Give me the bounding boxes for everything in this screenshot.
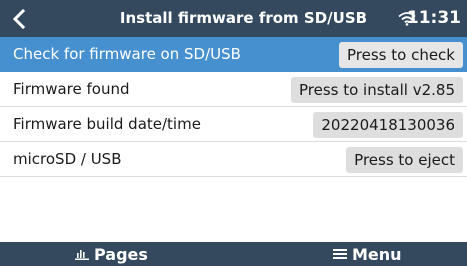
check-firmware-button[interactable]: Press to check xyxy=(339,42,463,68)
list-item-check-firmware[interactable]: Check for firmware on SD/USB Press to ch… xyxy=(0,37,467,72)
row-label: Check for firmware on SD/USB xyxy=(13,45,241,63)
firmware-install-screen: Install firmware from SD/USB 11:31 Check… xyxy=(0,0,467,266)
install-firmware-button[interactable]: Press to install v2.85 xyxy=(290,77,463,103)
row-label: Firmware build date/time xyxy=(13,115,201,133)
list-item-firmware-found[interactable]: Firmware found Press to install v2.85 xyxy=(0,72,467,107)
list-item-storage[interactable]: microSD / USB Press to eject xyxy=(0,142,467,177)
menu-label: Menu xyxy=(352,245,402,264)
pages-button[interactable]: Pages xyxy=(75,242,148,266)
menu-button[interactable]: Menu xyxy=(333,242,402,266)
pages-label: Pages xyxy=(94,245,148,264)
clock: 11:31 xyxy=(406,8,461,28)
build-date-value: 20220418130036 xyxy=(313,112,463,138)
list-item-build-date: Firmware build date/time 20220418130036 xyxy=(0,107,467,142)
page-title: Install firmware from SD/USB xyxy=(119,9,368,27)
header-bar: Install firmware from SD/USB 11:31 xyxy=(0,0,467,37)
row-label: microSD / USB xyxy=(13,150,122,168)
settings-list: Check for firmware on SD/USB Press to ch… xyxy=(0,37,467,177)
footer-bar: Pages Menu xyxy=(0,242,467,266)
hamburger-menu-icon xyxy=(333,249,347,259)
bar-chart-icon xyxy=(75,250,89,260)
row-label: Firmware found xyxy=(13,80,130,98)
eject-button[interactable]: Press to eject xyxy=(346,147,463,173)
